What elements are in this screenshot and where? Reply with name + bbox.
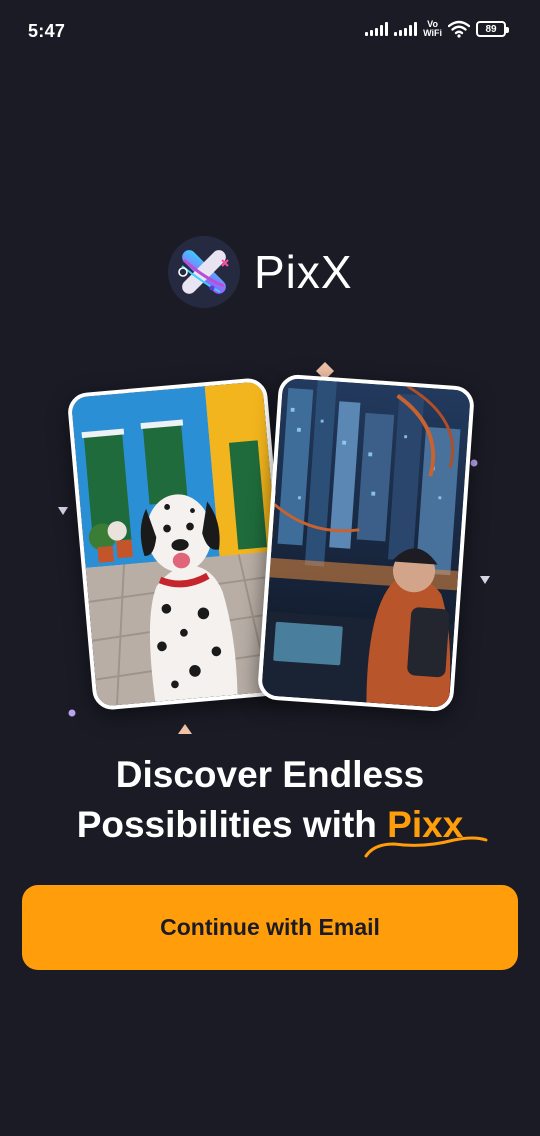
- battery-icon: 89: [476, 21, 509, 37]
- status-bar: 5:47 Vo WiFi 89: [0, 0, 540, 64]
- wifi-icon: [448, 20, 470, 38]
- battery-level: 89: [485, 23, 497, 35]
- brand-logo: PixX: [168, 236, 353, 308]
- status-time: 5:47: [28, 21, 66, 41]
- brand-name: PixX: [254, 246, 353, 298]
- onboarding-screen: 5:47 Vo WiFi 89 PixX Discover Endless Po…: [0, 0, 540, 1136]
- continue-with-email-button[interactable]: Continue with Email: [22, 885, 518, 970]
- headline-line-2-prefix: Possibilities with: [76, 804, 388, 845]
- decor-triangle: [480, 576, 490, 584]
- decor-triangle: [178, 724, 192, 734]
- signal-icon: [394, 22, 418, 36]
- vowifi-label-bottom: WiFi: [423, 28, 442, 38]
- city-image-card: [256, 373, 476, 713]
- pixx-logo-icon: [168, 236, 240, 308]
- signal-icon: [365, 22, 389, 36]
- brand-underline-swoosh: [364, 836, 488, 858]
- city-image: [261, 377, 471, 709]
- vowifi-icon: Vo WiFi: [423, 20, 442, 38]
- dalmatian-image: [70, 381, 290, 707]
- decor-triangle: [58, 507, 68, 515]
- headline-line-1: Discover Endless: [115, 754, 425, 795]
- decor-dot: [470, 459, 478, 467]
- decor-dot: [68, 709, 76, 717]
- status-icons: Vo WiFi 89: [365, 20, 509, 38]
